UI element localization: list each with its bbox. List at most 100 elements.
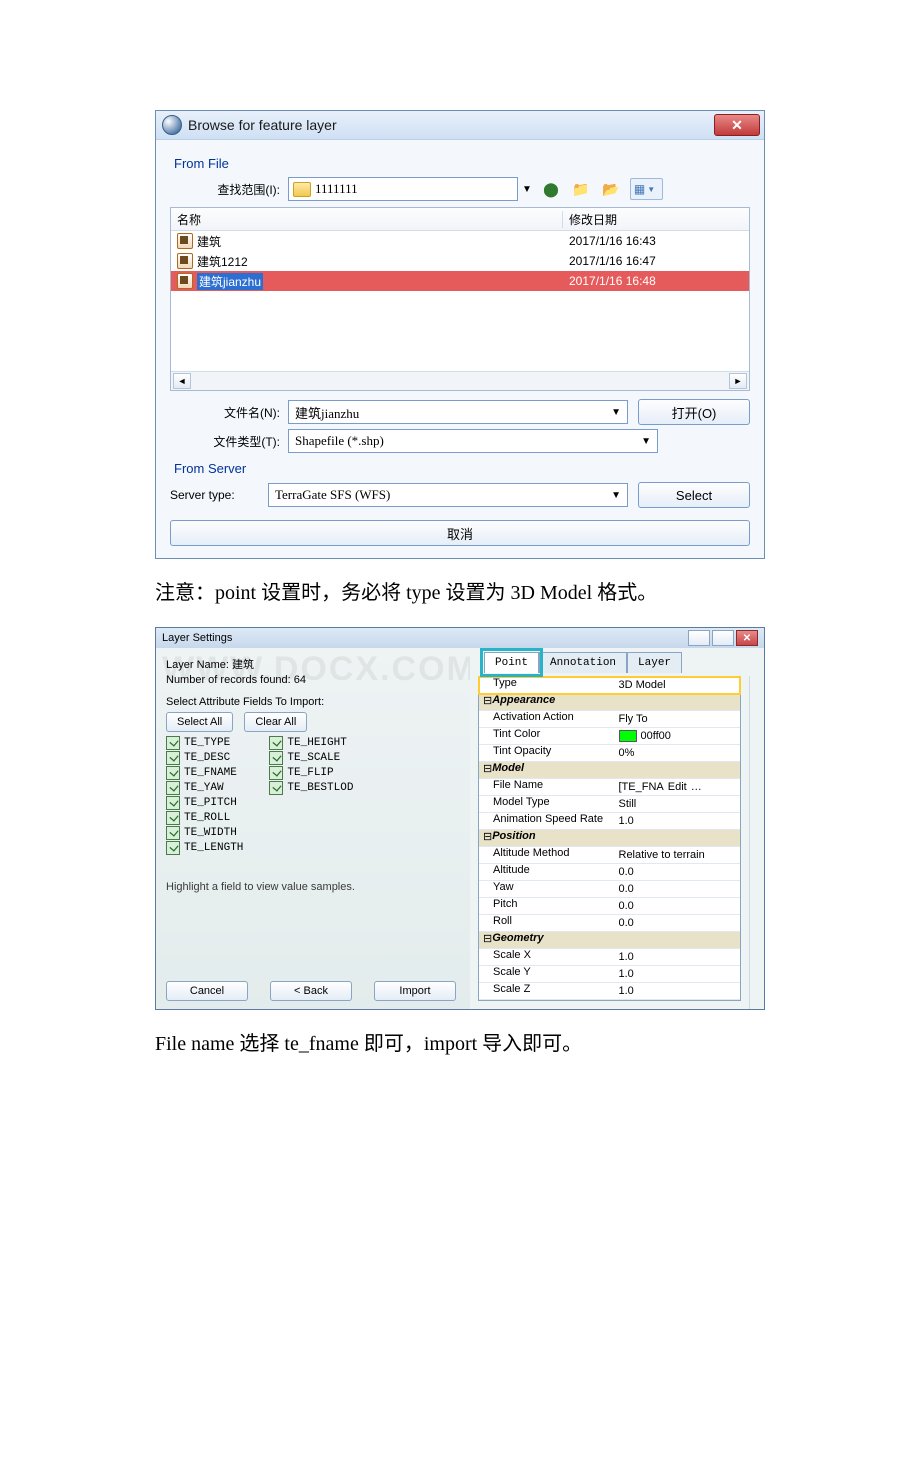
filetype-select[interactable]: Shapefile (*.shp)▼ <box>288 429 658 453</box>
prop-pitch[interactable]: Pitch0.0 <box>479 898 740 915</box>
file-list-header[interactable]: 名称 修改日期 <box>171 208 749 231</box>
cancel-button[interactable]: 取消 <box>170 520 750 546</box>
shapefile-icon <box>177 253 193 269</box>
tab-layer[interactable]: Layer <box>627 652 682 673</box>
new-folder-icon[interactable]: 📂 <box>600 178 622 200</box>
minimize-icon[interactable] <box>688 630 710 646</box>
view-menu-icon[interactable]: ▦▼ <box>630 178 663 200</box>
field-label: TE_ROLL <box>184 812 230 824</box>
maximize-icon[interactable] <box>712 630 734 646</box>
prop-tint-opacity[interactable]: Tint Opacity0% <box>479 745 740 762</box>
file-row[interactable]: 建筑1212 2017/1/16 16:47 <box>171 251 749 271</box>
checkbox-icon <box>166 796 180 810</box>
prop-model-type[interactable]: Model TypeStill <box>479 796 740 813</box>
back-button[interactable]: < Back <box>270 981 352 1001</box>
browse-title: Browse for feature layer <box>188 117 337 133</box>
field-checkbox[interactable]: TE_PITCH <box>166 796 243 810</box>
field-checkbox[interactable]: TE_DESC <box>166 751 243 765</box>
prop-scale-z[interactable]: Scale Z1.0 <box>479 983 740 1000</box>
field-checkbox[interactable]: TE_FNAME <box>166 766 243 780</box>
back-icon[interactable]: ⬤ <box>540 178 562 200</box>
filename-input[interactable]: 建筑jianzhu▼ <box>288 400 628 424</box>
from-file-label: From File <box>174 156 750 171</box>
close-icon[interactable]: ✕ <box>736 630 758 646</box>
prop-yaw[interactable]: Yaw0.0 <box>479 881 740 898</box>
prop-scale-x[interactable]: Scale X1.0 <box>479 949 740 966</box>
field-label: TE_DESC <box>184 752 230 764</box>
field-checkbox[interactable]: TE_WIDTH <box>166 826 243 840</box>
checkbox-icon <box>166 841 180 855</box>
field-label: TE_FLIP <box>287 767 333 779</box>
prop-roll[interactable]: Roll0.0 <box>479 915 740 932</box>
prop-scale-y[interactable]: Scale Y1.0 <box>479 966 740 983</box>
browse-dialog: Browse for feature layer ✕ From File 查找范… <box>155 110 765 559</box>
checkbox-icon <box>166 751 180 765</box>
field-checkbox[interactable]: TE_FLIP <box>269 766 353 780</box>
checkbox-icon <box>166 826 180 840</box>
open-button[interactable]: 打开(O) <box>638 399 750 425</box>
checkbox-icon <box>166 781 180 795</box>
edit-button[interactable]: Edit <box>668 781 687 793</box>
servertype-select[interactable]: TerraGate SFS (WFS)▼ <box>268 483 628 507</box>
scroll-left-icon[interactable]: ◄ <box>173 373 191 389</box>
note-paragraph-2: File name 选择 te_fname 即可，import 导入即可。 <box>155 1028 765 1060</box>
field-checkbox[interactable]: TE_HEIGHT <box>269 736 353 750</box>
cancel-button[interactable]: Cancel <box>166 981 248 1001</box>
import-button[interactable]: Import <box>374 981 456 1001</box>
prop-tint-color[interactable]: Tint Color00ff00 <box>479 728 740 745</box>
layer-name-label: Layer Name: <box>166 659 229 671</box>
select-button[interactable]: Select <box>638 482 750 508</box>
records-value: 64 <box>294 674 306 686</box>
prop-anim-speed[interactable]: Animation Speed Rate1.0 <box>479 813 740 830</box>
scroll-right-icon[interactable]: ► <box>729 373 747 389</box>
from-server-label: From Server <box>174 461 750 476</box>
col-name[interactable]: 名称 <box>171 211 563 228</box>
left-panel: WWW.DOCX.COM Layer Name: 建筑 Number of re… <box>156 648 470 1009</box>
lookin-label: 查找范围(I): <box>170 181 288 198</box>
chevron-down-icon[interactable]: ▼ <box>611 490 621 501</box>
property-grid: Type3D Model Appearance Activation Actio… <box>478 676 741 1001</box>
prop-activation[interactable]: Activation ActionFly To <box>479 711 740 728</box>
chevron-down-icon[interactable]: ▼ <box>522 184 532 195</box>
field-checkbox[interactable]: TE_SCALE <box>269 751 353 765</box>
v-scrollbar[interactable] <box>749 676 764 1009</box>
close-icon[interactable]: ✕ <box>714 114 760 136</box>
h-scrollbar[interactable]: ◄ ► <box>171 371 749 390</box>
field-label: TE_FNAME <box>184 767 237 779</box>
tabs: Point Annotation Layer <box>484 652 682 673</box>
prop-alt-method[interactable]: Altitude MethodRelative to terrain <box>479 847 740 864</box>
file-list: 名称 修改日期 建筑 2017/1/16 16:43 建筑1212 2017/1… <box>170 207 750 391</box>
field-checkbox[interactable]: TE_BESTLOD <box>269 781 353 795</box>
checkbox-icon <box>166 736 180 750</box>
folder-icon <box>293 182 311 197</box>
chevron-down-icon[interactable]: ▼ <box>641 436 651 447</box>
tab-annotation[interactable]: Annotation <box>539 652 627 673</box>
field-checkbox[interactable]: TE_YAW <box>166 781 243 795</box>
group-geometry[interactable]: Geometry <box>479 932 740 949</box>
browse-icon[interactable]: … <box>691 781 702 793</box>
field-checkbox[interactable]: TE_LENGTH <box>166 841 243 855</box>
servertype-label: Server type: <box>170 488 268 502</box>
group-model[interactable]: Model <box>479 762 740 779</box>
col-date[interactable]: 修改日期 <box>563 211 749 228</box>
prop-file-name[interactable]: File Name[TE_FNAEdit… <box>479 779 740 796</box>
layer-settings-dialog: Layer Settings ✕ WWW.DOCX.COM Layer Name… <box>155 627 765 1010</box>
chevron-down-icon[interactable]: ▼ <box>611 407 621 418</box>
select-all-button[interactable]: Select All <box>166 712 233 732</box>
prop-altitude[interactable]: Altitude0.0 <box>479 864 740 881</box>
select-attr-label: Select Attribute Fields To Import: <box>166 696 460 708</box>
group-position[interactable]: Position <box>479 830 740 847</box>
group-appearance[interactable]: Appearance <box>479 694 740 711</box>
file-row-selected[interactable]: 建筑jianzhu 2017/1/16 16:48 <box>171 271 749 291</box>
up-one-level-icon[interactable]: 📁 <box>570 178 592 200</box>
clear-all-button[interactable]: Clear All <box>244 712 307 732</box>
field-checkbox[interactable]: TE_TYPE <box>166 736 243 750</box>
tab-point[interactable]: Point <box>484 652 539 673</box>
field-checkbox[interactable]: TE_ROLL <box>166 811 243 825</box>
lookin-combo[interactable]: 1111111 <box>288 177 518 201</box>
file-row[interactable]: 建筑 2017/1/16 16:43 <box>171 231 749 251</box>
shapefile-icon <box>177 273 193 289</box>
checkbox-icon <box>269 781 283 795</box>
prop-type[interactable]: Type3D Model <box>479 677 740 694</box>
app-icon <box>162 115 182 135</box>
